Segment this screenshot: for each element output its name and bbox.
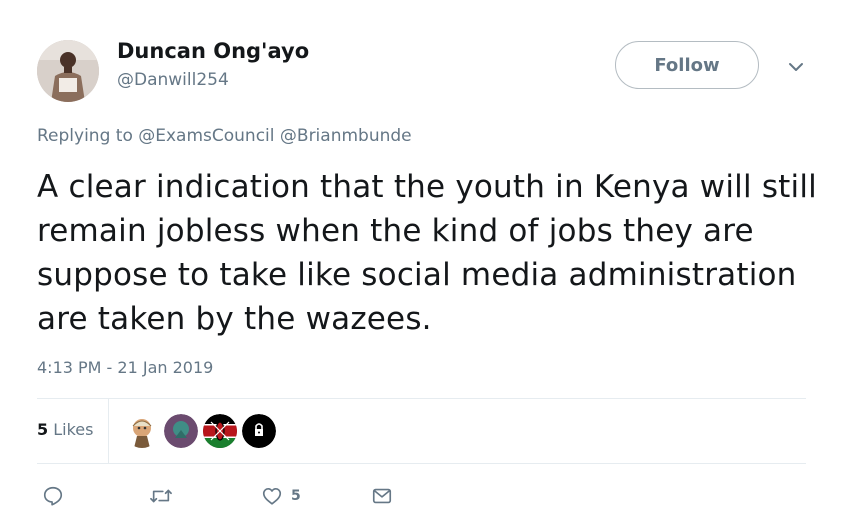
liker-avatar[interactable]: [242, 414, 276, 448]
like-button[interactable]: 5: [261, 484, 301, 508]
likes-label: Likes: [53, 420, 94, 439]
reply-icon: [43, 486, 63, 506]
divider: [37, 398, 806, 399]
mention-link[interactable]: @ExamsCouncil: [138, 126, 274, 146]
divider: [37, 463, 806, 464]
author-display-name[interactable]: Duncan Ong'ayo: [117, 39, 309, 63]
author-avatar[interactable]: [37, 40, 99, 102]
stats-separator: [108, 399, 109, 463]
mention-link[interactable]: @Brianmbunde: [280, 126, 412, 146]
reply-context: Replying to @ExamsCouncil @Brianmbunde: [37, 126, 412, 146]
retweet-icon: [150, 489, 172, 503]
envelope-icon: [372, 488, 392, 504]
tweet-text: A clear indication that the youth in Ken…: [37, 169, 817, 337]
retweet-button[interactable]: [149, 484, 173, 508]
tweet-timestamp[interactable]: 4:13 PM - 21 Jan 2019: [37, 358, 213, 377]
chevron-down-icon[interactable]: [785, 58, 807, 76]
likes-count: 5: [37, 420, 49, 439]
liker-avatar[interactable]: [125, 414, 159, 448]
direct-message-button[interactable]: [371, 484, 393, 508]
author-handle[interactable]: @Danwill254: [117, 70, 229, 90]
liker-avatar[interactable]: [203, 414, 237, 448]
heart-icon: [262, 488, 282, 505]
follow-button[interactable]: Follow: [615, 41, 759, 89]
likes-stat[interactable]: 5 Likes: [37, 420, 93, 439]
liker-avatar[interactable]: [164, 414, 198, 448]
liker-avatars: [125, 414, 276, 448]
like-count: 5: [291, 488, 301, 504]
reply-context-prefix: Replying to: [37, 126, 133, 146]
reply-button[interactable]: [42, 484, 64, 508]
